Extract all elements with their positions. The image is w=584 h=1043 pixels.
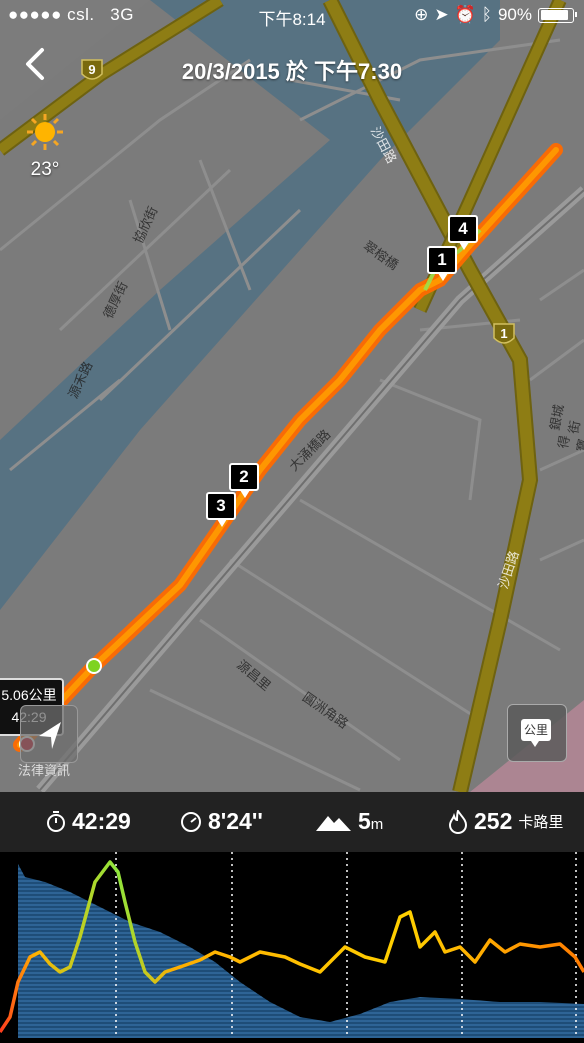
sun-icon [27,114,63,150]
mountain-icon [316,815,351,831]
pace-stat: 8'24'' [180,808,263,835]
temperature: 23° [30,159,60,180]
map-view[interactable]: 沙田路 沙田路 大涌橋路 源昌里 圓洲角路 協欣街 德厚街 源禾路 銀城街 得寶… [0,0,584,792]
location-icon: ➤ [434,5,449,24]
elevation-area [18,864,584,1038]
elevation-unit: m [370,816,384,833]
bluetooth-icon: ᛒ [481,5,492,24]
split-marker[interactable]: 1 [427,246,457,281]
legal-info-link[interactable]: 法律資訊 [18,760,70,779]
split-marker[interactable]: 3 [206,492,236,527]
calories-unit: 卡路里 [518,814,564,831]
alarm-icon: ⏰ [454,5,476,24]
calories-value: 252 [474,808,513,834]
duration-value: 42:29 [72,808,131,834]
pace-elevation-chart[interactable] [0,852,584,1038]
stopwatch-icon [47,810,65,832]
elevation-stat: 5m [316,808,383,835]
route-1-shield: 1 [492,322,516,348]
calories-stat: 252 卡路里 [448,808,563,835]
page-title: 20/3/2015 於 下午7:30 [181,59,403,84]
speedometer-icon [181,811,201,832]
finish-distance: 5.06公里 [1,687,57,703]
unit-toggle-button[interactable]: 公里 [507,704,567,762]
header: 20/3/2015 於 下午7:30 [0,36,584,92]
start-point [86,658,102,674]
status-right: ⊕ ➤ ⏰ ᛒ 90% [414,5,577,25]
weather-widget: 23° [22,112,68,181]
duration-stat: 42:29 [46,808,131,835]
locate-button[interactable] [20,705,78,763]
battery-icon [538,7,577,23]
split-marker[interactable]: 4 [448,215,478,250]
stats-bar: 42:29 8'24'' 5m 252 卡路里 [0,792,584,852]
pace-value: 8'24'' [208,808,263,834]
flame-icon [448,809,468,834]
split-marker[interactable]: 2 [229,463,259,498]
rotation-lock-icon: ⊕ [414,5,429,24]
elevation-value: 5 [358,808,371,834]
status-bar: ●●●●● csl. 3G 下午8:14 ⊕ ➤ ⏰ ᛒ 90% [0,0,584,30]
navigation-arrow-icon [39,722,61,749]
unit-label: 公里 [521,719,551,747]
chart-canvas [0,852,584,1038]
map-canvas [0,0,584,792]
battery-percent: 90% [497,5,532,24]
